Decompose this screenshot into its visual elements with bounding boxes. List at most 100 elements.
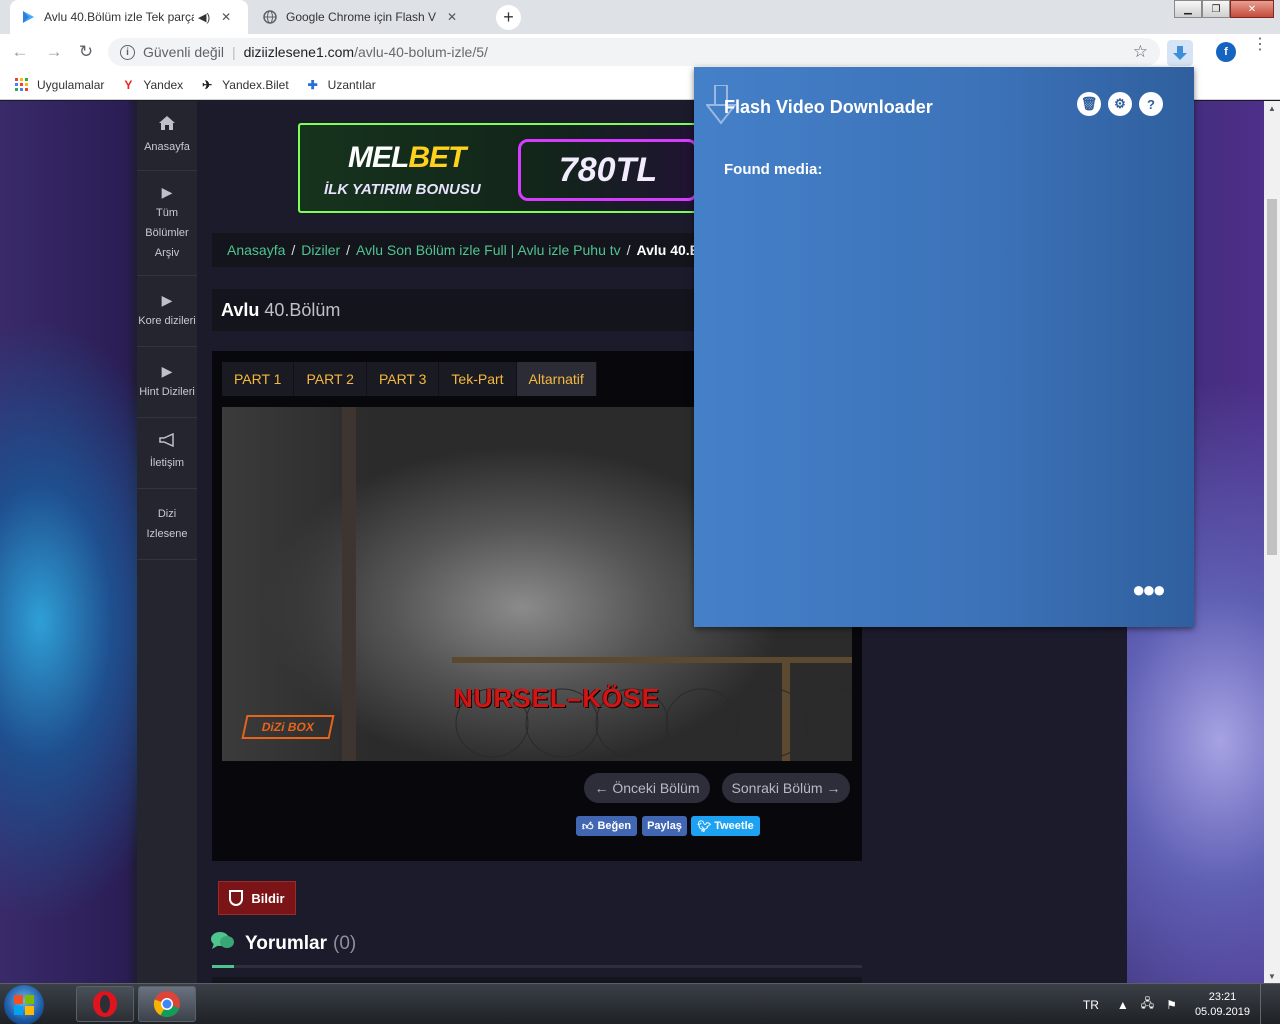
tab-alternative[interactable]: Altarnatif (516, 362, 597, 396)
start-button[interactable] (4, 985, 44, 1024)
sidebar-item-indian[interactable]: ▶︎ Hint Dizileri (137, 347, 197, 418)
video-subtitle: NURSEL–KÖSE (454, 683, 661, 713)
gear-icon[interactable]: ⚙ (1108, 92, 1132, 116)
profile-avatar[interactable]: f (1216, 42, 1236, 62)
globe-icon (262, 9, 278, 25)
more-menu-icon[interactable]: ⋮ (1252, 37, 1268, 53)
scrollbar-thumb[interactable] (1267, 199, 1277, 555)
home-icon (158, 115, 176, 135)
facebook-like-button[interactable]: 👍︎ Beğen (576, 816, 637, 836)
bookmark-star-icon[interactable]: ☆ (1133, 42, 1148, 62)
like-label: Beğen (597, 820, 632, 832)
found-media-label: Found media: (724, 161, 823, 178)
scroll-down-icon[interactable]: ▼ (1264, 969, 1280, 983)
report-label: Bildir (251, 890, 285, 906)
close-icon[interactable]: ✕ (444, 9, 460, 25)
megaphone-icon (158, 432, 176, 451)
report-button[interactable]: Bildir (218, 881, 296, 915)
bookmark-label: Uygulamalar (37, 77, 105, 92)
reload-icon[interactable]: ↻ (74, 40, 98, 64)
tray-expand-icon[interactable]: ▲ (1117, 998, 1129, 1012)
taskbar-chrome[interactable] (138, 986, 196, 1022)
sidebar-item-home[interactable]: Anasayfa (137, 101, 197, 171)
show-desktop-button[interactable] (1260, 984, 1272, 1024)
security-label: Güvenli değil (143, 44, 224, 60)
side-navigation: Anasayfa ▶︎ Tüm Bölümler Arşiv ▶︎ Kore d… (137, 101, 197, 983)
ad-banner[interactable]: MELBET İLK YATIRIM BONUSU 780TL (298, 123, 718, 213)
info-icon[interactable]: i (120, 44, 135, 60)
scroll-up-icon[interactable]: ▲ (1264, 101, 1280, 115)
sidebar-item-contact[interactable]: İletişim (137, 418, 197, 489)
window-close-button[interactable]: ✕ (1230, 0, 1274, 18)
taskbar-opera[interactable] (76, 986, 134, 1022)
bookmark-yandex-bilet[interactable]: ✈ Yandex.Bilet (199, 77, 289, 93)
tab-part-1[interactable]: PART 1 (222, 362, 295, 396)
next-episode-button[interactable]: Sonraki Bölüm → (722, 773, 850, 803)
breadcrumb-series[interactable]: Avlu Son Bölüm izle Full | Avlu izle Puh… (356, 242, 621, 258)
page-scrollbar[interactable]: ▲ ▼ (1264, 101, 1280, 983)
trash-icon[interactable]: 🗑︎ (1077, 92, 1101, 116)
bookmark-extensions[interactable]: ✚ Uzantılar (305, 77, 376, 93)
clock-time: 23:21 (1208, 990, 1237, 1003)
video-watermark-logo: DiZi BOX (241, 715, 335, 739)
tab-part-2[interactable]: PART 2 (294, 362, 367, 396)
flash-downloader-extension-icon[interactable] (1167, 40, 1193, 66)
forward-icon[interactable]: → (42, 40, 66, 64)
part-tabs: PART 1 PART 2 PART 3 Tek-Part Altarnatif (222, 362, 597, 396)
windows-logo-icon (14, 995, 34, 1015)
windows-taskbar: TR ▲ 🖧︎ ⚑ 23:21 05.09.2019 (0, 983, 1280, 1024)
network-icon[interactable]: 🖧︎ (1141, 994, 1154, 1015)
action-center-flag-icon[interactable]: ⚑ (1166, 998, 1177, 1012)
bookmark-yandex[interactable]: Y Yandex (120, 77, 183, 93)
comments-count: (0) (333, 932, 357, 954)
clock[interactable]: 23:21 05.09.2019 (1195, 990, 1250, 1020)
play-store-icon (20, 9, 36, 25)
puzzle-icon: ✚ (307, 77, 318, 92)
breadcrumb-home[interactable]: Anasayfa (227, 242, 285, 258)
url-host: diziizlesene1.com (243, 44, 355, 60)
tab-single-part[interactable]: Tek-Part (439, 362, 517, 396)
twitter-bird-icon: 🐦︎ (697, 820, 712, 833)
flash-video-downloader-popup: Flash Video Downloader 🗑︎ ⚙ ? Found medi… (694, 67, 1194, 627)
tab-flash-video[interactable]: Google Chrome için Flash Video ✕ (252, 0, 488, 34)
series-title: Avlu (221, 299, 260, 320)
help-icon[interactable]: ? (1139, 92, 1163, 116)
tab-avlu[interactable]: Avlu 40.Bölüm izle Tek parça ◀) ✕ (10, 0, 248, 34)
language-indicator[interactable]: TR (1083, 998, 1099, 1012)
bookmark-label: Yandex.Bilet (222, 77, 289, 92)
previous-episode-button[interactable]: ← Önceki Bölüm (584, 773, 710, 803)
facebook-share-button[interactable]: Paylaş (642, 816, 687, 836)
restore-button[interactable]: ❐ (1202, 0, 1230, 18)
sidebar-item-korean[interactable]: ▶︎ Kore dizileri (137, 276, 197, 347)
system-tray: TR ▲ 🖧︎ ⚑ 23:21 05.09.2019 (1083, 984, 1272, 1024)
sidebar-item-label: Kore dizileri (138, 315, 196, 327)
video-frame-pole (342, 407, 356, 761)
comments-heading: Yorumlar (0) (211, 931, 356, 956)
close-icon[interactable]: ✕ (218, 9, 234, 25)
banner-amount-box: 780TL (518, 139, 698, 201)
address-separator: | (231, 44, 236, 60)
back-icon[interactable]: ← (8, 40, 32, 64)
sidebar-item-label: İletişim (149, 457, 185, 469)
breadcrumb-series-list[interactable]: Diziler (301, 242, 340, 258)
tab-title: Google Chrome için Flash Video (286, 10, 436, 24)
comments-divider (212, 965, 862, 968)
clock-date: 05.09.2019 (1194, 1005, 1250, 1018)
new-tab-button[interactable]: + (496, 5, 521, 30)
speaker-icon[interactable]: ◀) (198, 11, 210, 24)
thumbs-up-icon: 👍︎ (581, 820, 594, 833)
bookmark-apps[interactable]: Uygulamalar (14, 77, 104, 93)
tab-title: Avlu 40.Bölüm izle Tek parça (44, 10, 194, 24)
episode-number: 40.Bölüm (264, 299, 341, 320)
tweet-button[interactable]: 🐦︎ Tweetle (691, 816, 760, 836)
opera-icon (93, 991, 117, 1017)
minimize-button[interactable]: ▁ (1174, 0, 1202, 18)
tab-part-3[interactable]: PART 3 (367, 362, 440, 396)
bookmark-label: Yandex (143, 77, 184, 92)
more-options-icon[interactable]: ●●● (1132, 579, 1166, 601)
banner-brand: MELBET (348, 141, 466, 174)
sidebar-item-archive[interactable]: ▶︎ Tüm Bölümler Arşiv (137, 171, 197, 276)
sidebar-item-brand[interactable]: Dizi Izlesene (137, 489, 197, 560)
address-bar[interactable]: i Güvenli değil | diziizlesene1.com /avl… (108, 38, 1160, 66)
chrome-icon (153, 991, 180, 1018)
